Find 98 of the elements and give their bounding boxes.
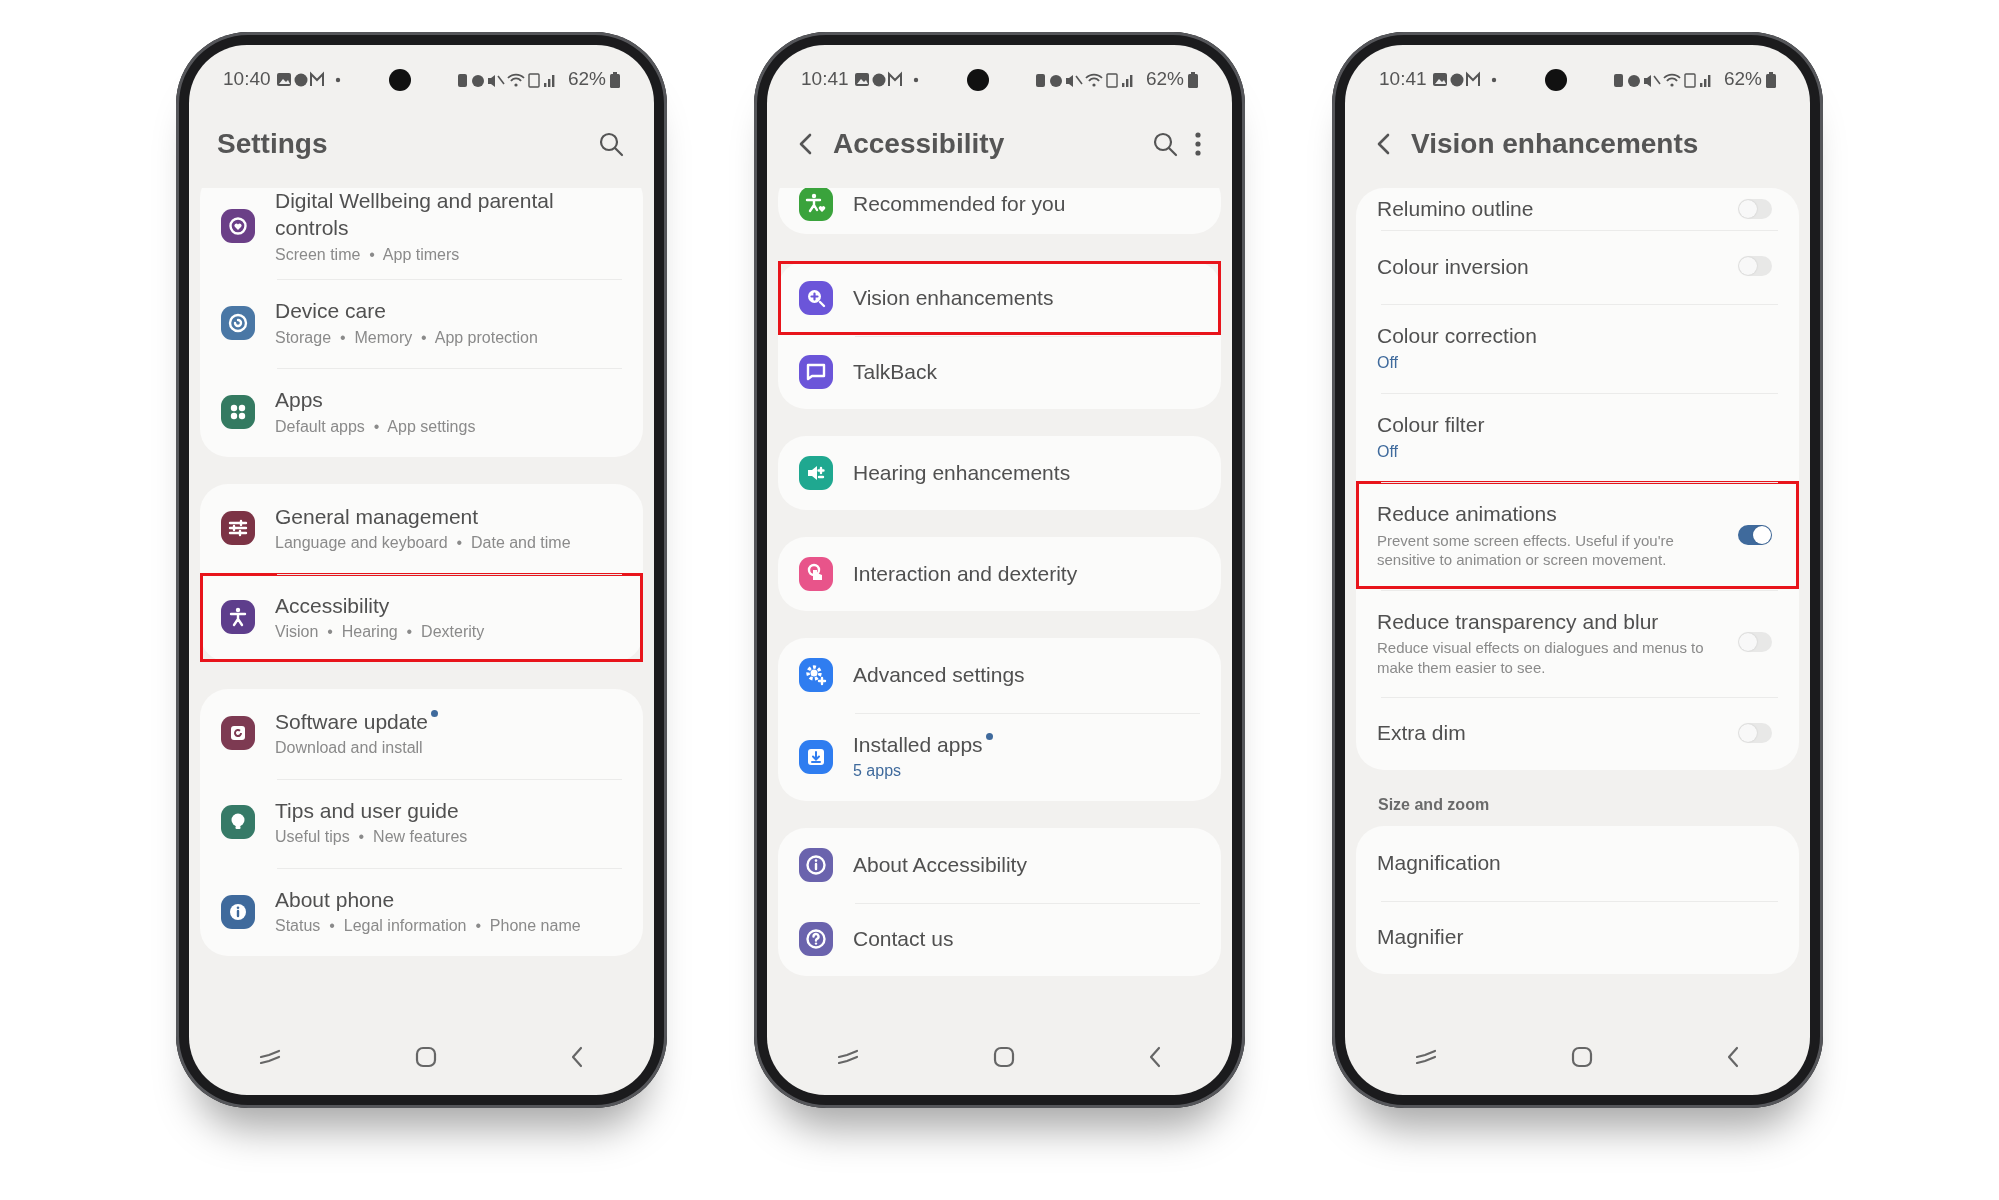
item-title: Advanced settings	[853, 663, 1025, 687]
item-value: Off	[1377, 352, 1400, 373]
more-options-icon[interactable]	[1194, 131, 1202, 157]
item-title: Magnification	[1377, 851, 1501, 875]
home-icon[interactable]	[1570, 1046, 1593, 1068]
camera-hole	[967, 68, 990, 91]
battery-percent: 62%	[1146, 67, 1184, 92]
item-title: Vision enhancements	[853, 286, 1054, 310]
back-icon[interactable]	[570, 1046, 584, 1068]
settings-item[interactable]: TalkBack	[778, 335, 1221, 409]
settings-item[interactable]: General management Language and keyboard • Date and time	[200, 483, 643, 573]
item-value: 5 apps	[853, 761, 903, 782]
page-title: Accessibility	[833, 127, 1006, 161]
settings-item[interactable]: Colour correction Off	[1356, 303, 1799, 393]
section-header: Size and zoom	[1377, 795, 1491, 816]
item-title: General management	[275, 504, 479, 528]
item-title: About phone	[275, 887, 395, 911]
settings-item[interactable]: Installed apps 5 apps	[778, 712, 1221, 802]
item-title: Extra dim	[1377, 721, 1466, 745]
item-title: Digital Wellbeing and parental controls	[275, 189, 554, 240]
status-time: 10:41	[1379, 67, 1427, 92]
toggle-switch[interactable]	[1738, 525, 1772, 546]
item-title: Contact us	[853, 927, 954, 951]
item-title: Device care	[275, 299, 386, 323]
home-icon[interactable]	[414, 1046, 437, 1068]
settings-item[interactable]: Reduce transparency and blur Reduce visual effects on dialogues and menus to make them easier to see.	[1356, 588, 1799, 697]
settings-item[interactable]: Digital Wellbeing and parental controls Screen time • App timers	[200, 188, 643, 279]
toggle-switch[interactable]	[1738, 632, 1772, 653]
page-title: Vision enhancements	[1411, 127, 1700, 161]
item-description: Prevent some screen effects. Useful if you're sensitive to animation or screen movement.	[1377, 530, 1675, 570]
settings-item[interactable]: Extra dim	[1356, 696, 1799, 771]
item-title: Colour filter	[1377, 413, 1485, 437]
item-title: About Accessibility	[853, 853, 1027, 877]
settings-item[interactable]: Magnifier	[1356, 900, 1799, 975]
settings-item[interactable]: Accessibility Vision • Hearing • Dexterity	[200, 572, 643, 662]
item-title: Reduce animations	[1377, 502, 1557, 526]
settings-item[interactable]: Tips and user guide Useful tips • New features	[200, 777, 643, 867]
battery-icon	[1188, 71, 1198, 88]
recents-icon[interactable]	[837, 1048, 859, 1066]
battery-percent: 62%	[568, 67, 606, 92]
battery-icon	[610, 71, 620, 88]
settings-item[interactable]: About phone Status • Legal information • Phone name	[200, 866, 643, 957]
item-title: TalkBack	[853, 360, 938, 384]
settings-item[interactable]: Reduce animations Prevent some screen effects. Useful if you're sensitive to animation or screen movement.	[1356, 481, 1799, 589]
item-description: Language and keyboard • Date and time	[275, 532, 572, 553]
item-title: Tips and user guide	[275, 798, 459, 822]
settings-item[interactable]: Interaction and dexterity	[778, 537, 1221, 611]
settings-item[interactable]: Hearing enhancements	[778, 436, 1221, 510]
toggle-switch[interactable]	[1738, 723, 1772, 744]
item-description: Useful tips • New features	[275, 827, 469, 848]
settings-item[interactable]: Software update Download and install	[200, 688, 643, 778]
item-title: Interaction and dexterity	[853, 562, 1078, 586]
search-icon[interactable]	[1152, 131, 1178, 157]
settings-item[interactable]: Vision enhancements	[778, 261, 1221, 335]
item-title: Recommended for you	[853, 192, 1066, 216]
item-title: Reduce transparency and blur	[1377, 609, 1659, 633]
item-value: Off	[1377, 441, 1400, 462]
back-icon[interactable]	[1148, 1046, 1162, 1068]
recents-icon[interactable]	[259, 1048, 281, 1066]
settings-item[interactable]: Device care Storage • Memory • App protection	[200, 278, 643, 368]
battery-percent: 62%	[1724, 67, 1762, 92]
item-title: Apps	[275, 388, 323, 412]
item-title: Magnifier	[1377, 925, 1464, 949]
home-icon[interactable]	[992, 1046, 1015, 1068]
settings-item[interactable]: Apps Default apps • App settings	[200, 367, 643, 457]
item-title: Software update	[275, 709, 428, 733]
item-title: Accessibility	[275, 593, 390, 617]
battery-icon	[1766, 71, 1776, 88]
item-title: Colour correction	[1377, 324, 1537, 348]
settings-item[interactable]: Magnification	[1356, 826, 1799, 901]
page-title: Settings	[217, 127, 329, 161]
toggle-switch[interactable]	[1738, 256, 1772, 277]
item-description: Status • Legal information • Phone name	[275, 916, 582, 937]
settings-item[interactable]: Contact us	[778, 902, 1221, 977]
camera-hole	[1545, 68, 1568, 91]
status-time: 10:40	[223, 67, 271, 92]
item-title: Installed apps	[853, 733, 983, 756]
camera-hole	[389, 68, 412, 91]
settings-item[interactable]: Relumino outline	[1356, 188, 1799, 230]
recents-icon[interactable]	[1415, 1048, 1437, 1066]
item-description: Reduce visual effects on dialogues and menus to make them easier to see.	[1377, 638, 1705, 678]
search-icon[interactable]	[598, 131, 624, 157]
settings-item[interactable]: Advanced settings	[778, 638, 1221, 712]
item-description: Screen time • App timers	[275, 244, 461, 265]
settings-item[interactable]: About Accessibility	[778, 828, 1221, 903]
settings-item[interactable]: Colour filter Off	[1356, 392, 1799, 482]
item-description: Download and install	[275, 738, 424, 759]
item-description: Default apps • App settings	[275, 416, 477, 437]
item-title: Relumino outline	[1377, 197, 1534, 220]
toggle-switch[interactable]	[1738, 198, 1772, 219]
settings-item[interactable]: Recommended for you	[778, 188, 1221, 234]
item-description: Storage • Memory • App protection	[275, 327, 539, 348]
item-title: Colour inversion	[1377, 254, 1529, 278]
item-description: Vision • Hearing • Dexterity	[275, 621, 486, 642]
status-time: 10:41	[801, 67, 849, 92]
settings-item[interactable]: Colour inversion	[1356, 229, 1799, 304]
back-icon[interactable]	[1726, 1046, 1740, 1068]
item-title: Hearing enhancements	[853, 461, 1071, 485]
